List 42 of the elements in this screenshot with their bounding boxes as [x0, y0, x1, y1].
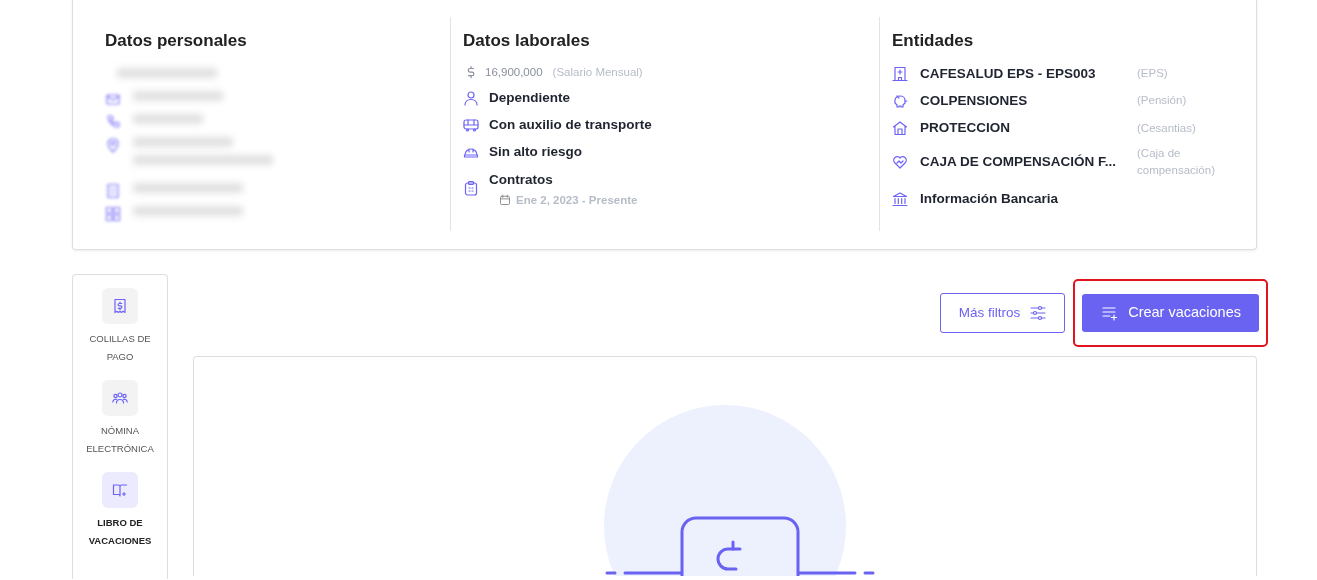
entity-type: (Cesantias)	[1137, 120, 1197, 136]
house-icon	[892, 120, 908, 137]
sidebar-item[interactable]: NÓMINA ELECTRÓNICA	[73, 380, 167, 458]
more-filters-button[interactable]: Más filtros	[939, 293, 1066, 333]
entity-name: Información Bancaria	[920, 190, 1060, 209]
item-label: Con auxilio de transporte	[489, 116, 652, 134]
list-add-icon	[1102, 305, 1119, 321]
grid-icon	[105, 205, 121, 222]
entity-name: CAJA DE COMPENSACIÓN F...	[920, 153, 1118, 172]
entity-name: COLPENSIONES	[920, 91, 1029, 110]
item-label: Sin alto riesgo	[489, 143, 583, 162]
phone-icon	[105, 113, 121, 130]
people-icon	[112, 390, 128, 406]
bus-icon	[463, 117, 479, 134]
sliders-icon	[1030, 305, 1047, 321]
blurred-text	[133, 113, 203, 124]
entity-name: PROTECCION	[920, 119, 1011, 137]
contract-period: Ene 2, 2023 - Presente	[516, 192, 638, 208]
receipt-icon	[112, 298, 128, 314]
item-label: Contratos	[489, 170, 554, 189]
salary-amount: 16,900,000	[485, 64, 543, 80]
bank-icon	[892, 191, 908, 208]
entity-name: CAFESALUD EPS - EPS003	[920, 64, 1097, 83]
section-title: Datos laborales	[463, 30, 591, 52]
heart-handshake-icon	[892, 154, 908, 171]
clipboard-icon	[463, 179, 479, 196]
entity-type: (Pensión)	[1137, 93, 1188, 109]
calendar-icon	[499, 194, 511, 207]
location-icon	[105, 136, 121, 153]
create-vacation-button[interactable]: Crear vacaciones	[1082, 294, 1259, 332]
hospital-icon	[892, 65, 908, 82]
entity-type: (EPS)	[1137, 66, 1169, 82]
item-label: Dependiente	[489, 88, 570, 107]
building-icon	[105, 182, 121, 199]
salary-label: (Salario Mensual)	[552, 64, 643, 80]
entity-type: (Caja de compensación)	[1137, 146, 1216, 179]
person-icon	[463, 89, 479, 106]
sidebar-item[interactable]: COLILLAS DE PAGO	[73, 288, 167, 366]
piggy-bank-icon	[892, 92, 908, 109]
sidebar-item[interactable]: LIBRO DE VACACIONES	[73, 472, 167, 550]
section-title: Entidades	[892, 30, 975, 52]
section-title: Datos personales	[105, 30, 248, 52]
